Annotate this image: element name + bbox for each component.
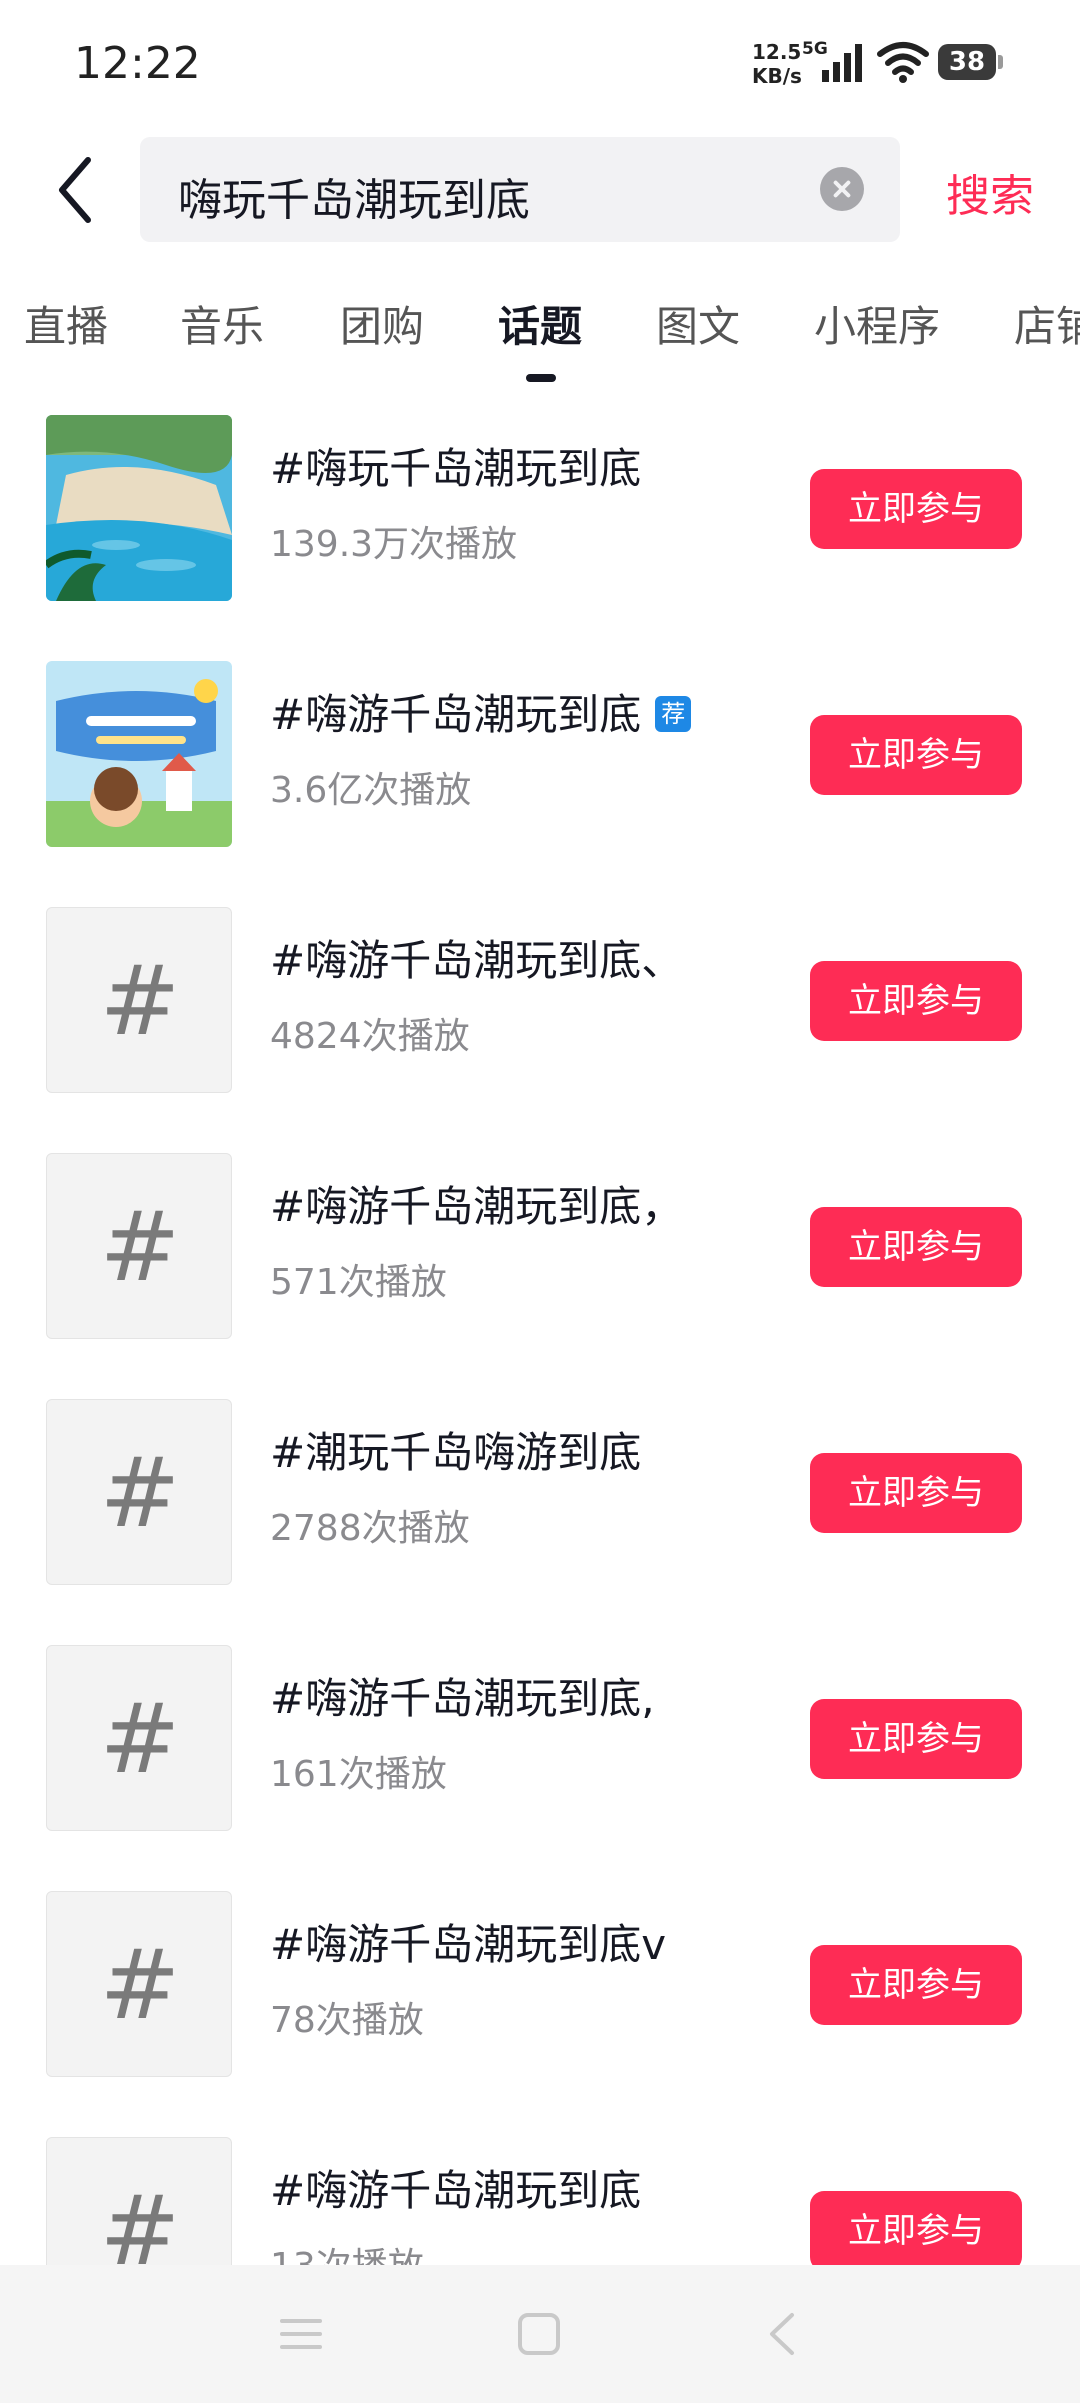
topic-views: 139.3万次播放 [270, 524, 518, 565]
menu-icon[interactable] [276, 2309, 326, 2359]
join-button[interactable]: 立即参与 [810, 961, 1022, 1041]
category-tabs: 直播 音乐 团购 话题 图文 小程序 店铺 [0, 285, 1080, 385]
topic-views: 4824次播放 [270, 1016, 470, 1057]
hash-icon: # [99, 1191, 181, 1303]
topic-thumbnail: # [46, 1153, 232, 1339]
topic-views: 2788次播放 [270, 1508, 470, 1549]
back-nav-icon[interactable] [758, 2309, 808, 2359]
search-query-text: 嗨玩千岛潮玩到底 [178, 175, 530, 226]
topic-thumbnail: # [46, 1645, 232, 1831]
cellular-signal-icon [822, 44, 862, 82]
topic-thumbnail: # [46, 1399, 232, 1585]
topic-row[interactable]: #嗨游千岛潮玩到底荐 3.6亿次播放 立即参与 [0, 661, 1080, 907]
search-button[interactable]: 搜索 [946, 160, 1034, 224]
status-time: 12:22 [74, 38, 201, 89]
topic-row[interactable]: # #嗨游千岛潮玩到底v 78次播放 立即参与 [0, 1891, 1080, 2137]
hash-icon: # [99, 1683, 181, 1795]
topic-views: 78次播放 [270, 2000, 424, 2041]
topic-thumbnail [46, 415, 232, 601]
hash-icon: # [99, 1929, 181, 2041]
join-button[interactable]: 立即参与 [810, 1207, 1022, 1287]
hash-icon: # [99, 1437, 181, 1549]
topic-title: #嗨游千岛潮玩到底、 [270, 936, 684, 985]
tab-shop[interactable]: 店铺 [1014, 293, 1080, 354]
topic-title: #嗨游千岛潮玩到底v [270, 1920, 667, 1969]
tab-topics[interactable]: 话题 [498, 293, 582, 354]
topic-row[interactable]: # #潮玩千岛嗨游到底 2788次播放 立即参与 [0, 1399, 1080, 1645]
join-button[interactable]: 立即参与 [810, 1945, 1022, 2025]
topic-title-text: #嗨游千岛潮玩到底 [270, 690, 642, 739]
join-button[interactable]: 立即参与 [810, 1453, 1022, 1533]
join-button[interactable]: 立即参与 [810, 2191, 1022, 2271]
status-bar: 12:22 12.5 5G KB/s 38 [0, 0, 1080, 130]
topic-title: #嗨游千岛潮玩到底, [270, 1674, 655, 1723]
topic-title: #嗨游千岛潮玩到底荐 [270, 681, 692, 742]
topic-row[interactable]: # #嗨游千岛潮玩到底、 4824次播放 立即参与 [0, 907, 1080, 1153]
battery-icon: 38 [938, 44, 1003, 80]
tab-image-text[interactable]: 图文 [656, 293, 740, 354]
topic-row[interactable]: # #嗨游千岛潮玩到底， 571次播放 立即参与 [0, 1153, 1080, 1399]
topic-row[interactable]: # #嗨游千岛潮玩到底, 161次播放 立即参与 [0, 1645, 1080, 1891]
search-input[interactable]: 嗨玩千岛潮玩到底 [140, 137, 900, 242]
cartoon-poster-image [46, 661, 232, 847]
clear-search-icon[interactable] [820, 167, 864, 211]
topic-title: #潮玩千岛嗨游到底 [270, 1428, 642, 1477]
topic-title: #嗨玩千岛潮玩到底 [270, 444, 642, 493]
pool-image [46, 415, 232, 601]
topic-views: 3.6亿次播放 [270, 770, 472, 811]
topic-thumbnail: # [46, 1891, 232, 2077]
active-tab-indicator [526, 374, 556, 382]
wifi-icon [877, 42, 929, 83]
topic-title: #嗨游千岛潮玩到底， [270, 1182, 684, 1231]
join-button[interactable]: 立即参与 [810, 469, 1022, 549]
tab-live[interactable]: 直播 [24, 293, 108, 354]
join-button[interactable]: 立即参与 [810, 715, 1022, 795]
topic-thumbnail: # [46, 907, 232, 1093]
recommended-badge: 荐 [655, 695, 692, 732]
topic-views: 571次播放 [270, 1262, 447, 1303]
network-speed-value: 12.5 [752, 40, 802, 64]
topic-title: #嗨游千岛潮玩到底 [270, 2166, 642, 2215]
system-nav-bar [0, 2265, 1080, 2403]
topic-row[interactable]: #嗨玩千岛潮玩到底 139.3万次播放 立即参与 [0, 415, 1080, 661]
topic-views: 161次播放 [270, 1754, 447, 1795]
tab-mini-program[interactable]: 小程序 [814, 293, 940, 354]
hash-icon: # [99, 945, 181, 1057]
back-arrow-icon[interactable] [48, 150, 108, 230]
topic-thumbnail [46, 661, 232, 847]
home-icon[interactable] [514, 2309, 564, 2359]
tab-music[interactable]: 音乐 [180, 293, 264, 354]
join-button[interactable]: 立即参与 [810, 1699, 1022, 1779]
tab-group-buy[interactable]: 团购 [340, 293, 424, 354]
